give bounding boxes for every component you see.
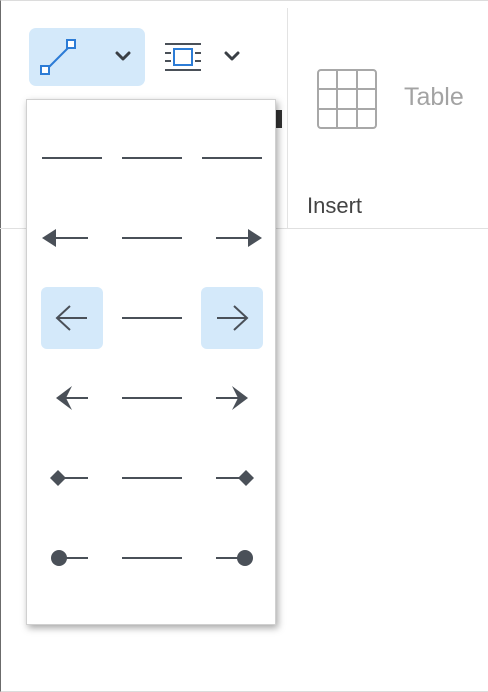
line-style-option-triangle-arrow-middle[interactable] [121, 207, 183, 269]
line-style-option-oval-left[interactable] [41, 527, 103, 589]
plain-line-icon [122, 140, 182, 176]
plain-line-icon [122, 460, 182, 496]
line-style-option-triangle-arrow-left[interactable] [41, 207, 103, 269]
insert-table-button[interactable]: Table [306, 60, 488, 140]
diamond-right-line-icon [202, 460, 262, 496]
chevron-down-icon[interactable] [224, 49, 240, 67]
line-style-menu [26, 99, 276, 625]
line-style-option-stealth-arrow-middle[interactable] [121, 367, 183, 429]
table-label: Table [404, 83, 464, 111]
stealth-arrow-left-line-icon [42, 380, 102, 416]
line-style-option-triangle-arrow-right[interactable] [201, 207, 263, 269]
line-style-option-oval-middle[interactable] [121, 527, 183, 589]
line-style-option-diamond-middle[interactable] [121, 447, 183, 509]
plain-line-icon [122, 220, 182, 256]
plain-line-icon [202, 140, 262, 176]
line-style-option-diamond-right[interactable] [201, 447, 263, 509]
plain-line-icon [42, 140, 102, 176]
line-style-option-open-arrow-right[interactable] [201, 287, 263, 349]
line-style-button[interactable] [29, 28, 145, 86]
oval-right-line-icon [202, 540, 262, 576]
plain-line-icon [122, 380, 182, 416]
line-style-option-open-arrow-middle[interactable] [121, 287, 183, 349]
text-wrap-icon [163, 41, 203, 78]
plain-line-icon [122, 540, 182, 576]
line-style-option-plain-right[interactable] [201, 127, 263, 189]
stealth-arrow-right-line-icon [202, 380, 262, 416]
line-style-option-stealth-arrow-left[interactable] [41, 367, 103, 429]
open-arrow-left-line-icon [42, 300, 102, 336]
triangle-arrow-left-line-icon [42, 220, 102, 256]
insert-group-label: Insert [307, 193, 363, 218]
table-grid-icon [316, 68, 378, 135]
line-style-option-plain-left[interactable] [41, 127, 103, 189]
line-style-option-plain-middle[interactable] [121, 127, 183, 189]
line-style-option-oval-right[interactable] [201, 527, 263, 589]
diamond-left-line-icon [42, 460, 102, 496]
text-wrap-button[interactable] [160, 28, 256, 86]
diagonal-line-icon [39, 37, 77, 82]
line-style-option-stealth-arrow-right[interactable] [201, 367, 263, 429]
plain-line-icon [122, 300, 182, 336]
line-style-option-diamond-left[interactable] [41, 447, 103, 509]
open-arrow-right-line-icon [202, 300, 262, 336]
triangle-arrow-right-line-icon [202, 220, 262, 256]
group-separator [287, 8, 288, 228]
line-style-option-open-arrow-left[interactable] [41, 287, 103, 349]
oval-left-line-icon [42, 540, 102, 576]
chevron-down-icon[interactable] [115, 49, 131, 67]
